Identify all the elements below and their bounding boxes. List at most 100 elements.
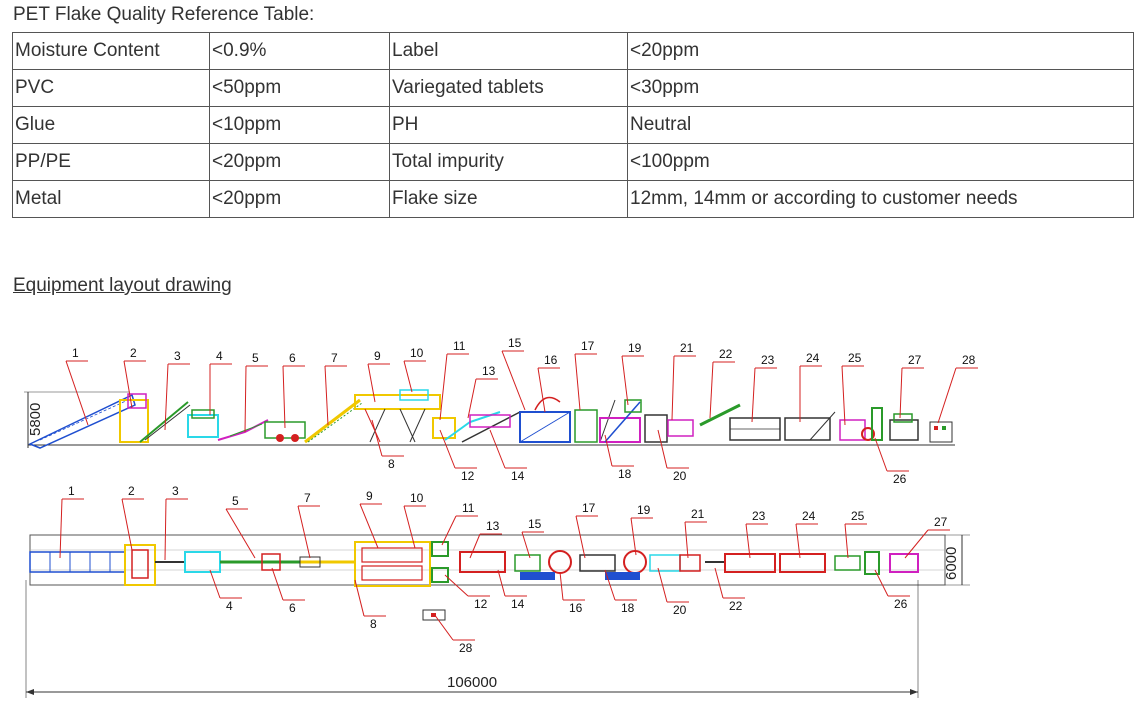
table-row: PVC <50ppm Variegated tablets <30ppm xyxy=(12,69,1134,107)
equipment-layout-drawing: 5800 6000 106000 1 2 3 4 5 6 789 10 1112… xyxy=(24,336,978,698)
callout-number: 23 xyxy=(752,509,766,523)
callout-17: 17 xyxy=(575,501,598,559)
callout-10: 10 xyxy=(403,491,426,549)
callout-number: 21 xyxy=(680,341,694,355)
table-cell-parameter: PH xyxy=(389,106,628,144)
callout-16: 16 xyxy=(537,353,560,413)
callout-number: 16 xyxy=(544,353,558,367)
table-cell-parameter: PP/PE xyxy=(12,143,210,181)
callout-number: 9 xyxy=(366,489,373,503)
callout-number: 28 xyxy=(459,641,473,655)
callout-26: 26 xyxy=(874,569,910,611)
table-cell-value: <100ppm xyxy=(627,143,1134,181)
table-cell-value: <0.9% xyxy=(209,32,390,70)
callout-number: 9 xyxy=(374,349,381,363)
callout-4: 4 xyxy=(209,569,242,613)
total-length-dimension: 106000 xyxy=(25,580,919,698)
callout-number: 7 xyxy=(304,491,311,505)
callout-number: 5 xyxy=(232,494,239,508)
callout-10: 10 xyxy=(403,346,426,393)
callout-number: 25 xyxy=(851,509,865,523)
side-view-equipment xyxy=(28,389,953,449)
callout-number: 22 xyxy=(719,347,733,361)
callout-number: 17 xyxy=(581,339,595,353)
callout-number: 14 xyxy=(511,597,525,611)
callout-number: 15 xyxy=(508,336,522,350)
callout-5: 5 xyxy=(225,494,256,559)
callout-11: 11 xyxy=(441,501,478,546)
callout-22: 22 xyxy=(709,347,735,419)
side-height-label: 5800 xyxy=(27,403,44,436)
callout-20: 20 xyxy=(657,429,689,483)
callout-number: 19 xyxy=(637,503,651,517)
callout-12: 12 xyxy=(444,574,490,611)
callout-number: 1 xyxy=(72,346,79,360)
callout-7: 7 xyxy=(297,491,320,559)
callout-16: 16 xyxy=(559,571,585,615)
callout-number: 24 xyxy=(806,351,820,365)
callout-11: 11 xyxy=(439,339,469,421)
callout-number: 11 xyxy=(453,339,466,353)
callout-number: 2 xyxy=(130,346,137,360)
table-cell-value: Neutral xyxy=(627,106,1134,144)
top-width-label: 6000 xyxy=(943,547,960,580)
callout-number: 25 xyxy=(848,351,862,365)
callout-24: 24 xyxy=(795,509,818,559)
callout-17: 17 xyxy=(574,339,597,411)
callout-number: 20 xyxy=(673,603,687,617)
callout-number: 17 xyxy=(582,501,596,515)
callout-6: 6 xyxy=(282,351,305,429)
table-cell-parameter: PVC xyxy=(12,69,210,107)
callout-21: 21 xyxy=(671,341,696,421)
callout-23: 23 xyxy=(745,509,768,559)
callout-number: 8 xyxy=(388,457,395,471)
callout-14: 14 xyxy=(489,429,527,483)
callout-27: 27 xyxy=(899,353,924,419)
callout-number: 20 xyxy=(673,469,687,483)
quality-reference-table: Moisture Content <0.9% Label <20ppm PVC <50pp… xyxy=(12,32,1134,218)
callout-15: 15 xyxy=(521,517,544,559)
table-cell-value: 12mm, 14mm or according to customer need… xyxy=(627,180,1134,218)
table-cell-value: <10ppm xyxy=(209,106,390,144)
callout-number: 27 xyxy=(934,515,948,529)
table-cell-parameter: Variegated tablets xyxy=(389,69,628,107)
callout-number: 22 xyxy=(729,599,743,613)
callout-number: 18 xyxy=(621,601,635,615)
callout-number: 24 xyxy=(802,509,816,523)
callout-number: 16 xyxy=(569,601,583,615)
callout-number: 3 xyxy=(172,484,179,498)
callout-6: 6 xyxy=(271,567,305,615)
table-cell-parameter: Total impurity xyxy=(389,143,628,181)
callout-number: 13 xyxy=(482,364,496,378)
table-cell-parameter: Metal xyxy=(12,180,210,218)
callout-number: 26 xyxy=(894,597,908,611)
callout-number: 12 xyxy=(474,597,488,611)
table-cell-value: <20ppm xyxy=(209,180,390,218)
table-cell-value: <20ppm xyxy=(209,143,390,181)
callout-4: 4 xyxy=(209,349,232,415)
table-cell-parameter: Label xyxy=(389,32,628,70)
callout-20: 20 xyxy=(657,567,689,617)
callout-19: 19 xyxy=(621,341,644,406)
callout-number: 14 xyxy=(511,469,525,483)
table-row: Metal <20ppm Flake size 12mm, 14mm or accor… xyxy=(12,180,1134,218)
table-cell-parameter: Flake size xyxy=(389,180,628,218)
callout-number: 3 xyxy=(174,349,181,363)
table-row: Glue <10ppm PH Neutral xyxy=(12,106,1134,144)
callout-9: 9 xyxy=(359,489,382,549)
top-width-dimension: 6000 xyxy=(943,534,970,586)
page-title: PET Flake Quality Reference Table: xyxy=(13,4,315,25)
callout-19: 19 xyxy=(630,503,653,556)
total-length-label: 106000 xyxy=(447,674,497,691)
table-cell-value: <20ppm xyxy=(627,32,1134,70)
callout-number: 2 xyxy=(128,484,135,498)
table-cell-parameter: Moisture Content xyxy=(12,32,210,70)
callout-number: 15 xyxy=(528,517,542,531)
callout-24: 24 xyxy=(799,351,822,422)
callout-22: 22 xyxy=(714,567,745,613)
table-cell-value: <30ppm xyxy=(627,69,1134,107)
callout-number: 26 xyxy=(893,472,907,486)
callout-13: 13 xyxy=(467,364,498,419)
callout-5: 5 xyxy=(244,351,268,433)
callout-25: 25 xyxy=(841,351,864,426)
